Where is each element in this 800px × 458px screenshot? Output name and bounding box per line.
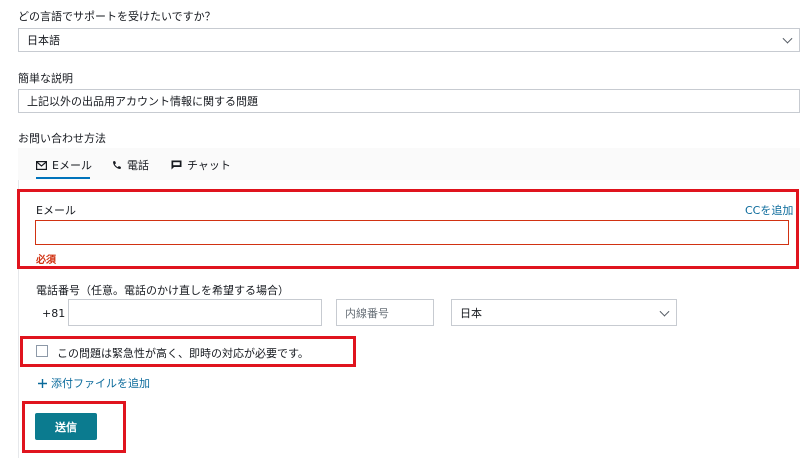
language-select-value: 日本語	[27, 34, 60, 47]
chevron-down-icon	[659, 306, 670, 317]
summary-label: 簡単な説明	[18, 72, 73, 85]
contact-tabs: Eメール 電話 チャット	[18, 148, 800, 180]
email-input[interactable]	[35, 220, 789, 245]
tab-chat-label: チャット	[187, 159, 231, 172]
mail-icon	[36, 160, 47, 170]
attach-file-link[interactable]: 添付ファイルを追加	[38, 375, 150, 391]
urgent-checkbox[interactable]	[36, 345, 48, 357]
language-select[interactable]: 日本語	[18, 28, 800, 52]
summary-input[interactable]: 上記以外の出品用アカウント情報に関する問題	[18, 89, 800, 113]
phone-icon	[113, 161, 121, 169]
plus-icon	[38, 378, 47, 388]
country-select[interactable]: 日本	[451, 299, 677, 326]
extension-input[interactable]: 内線番号	[336, 299, 434, 326]
extension-placeholder: 内線番号	[345, 306, 389, 320]
tab-chat[interactable]: チャット	[171, 157, 231, 173]
tab-email-label: Eメール	[52, 159, 92, 172]
submit-button[interactable]: 送信	[35, 413, 97, 440]
country-select-value: 日本	[460, 306, 482, 320]
active-tab-indicator	[36, 177, 90, 179]
summary-input-value: 上記以外の出品用アカウント情報に関する問題	[27, 95, 258, 108]
tab-email[interactable]: Eメール	[36, 157, 92, 173]
tab-phone-label: 電話	[127, 159, 149, 172]
contact-method-label: お問い合わせ方法	[18, 132, 106, 145]
attach-file-label: 添付ファイルを追加	[51, 377, 150, 390]
tab-phone[interactable]: 電話	[112, 157, 149, 173]
phone-number-input[interactable]	[68, 299, 322, 326]
language-question: どの言語でサポートを受けたいですか？	[18, 10, 216, 23]
chevron-down-icon	[782, 33, 793, 44]
required-error: 必須	[36, 255, 56, 266]
email-label: Eメール	[36, 204, 76, 217]
phone-prefix: +81	[42, 307, 66, 320]
add-cc-link[interactable]: CCを追加	[745, 202, 793, 218]
chat-icon	[171, 160, 182, 170]
urgent-label: この問題は緊急性が高く、即時の対応が必要です。	[57, 347, 309, 360]
phone-label: 電話番号（任意。電話のかけ直しを希望する場合）	[36, 284, 289, 297]
